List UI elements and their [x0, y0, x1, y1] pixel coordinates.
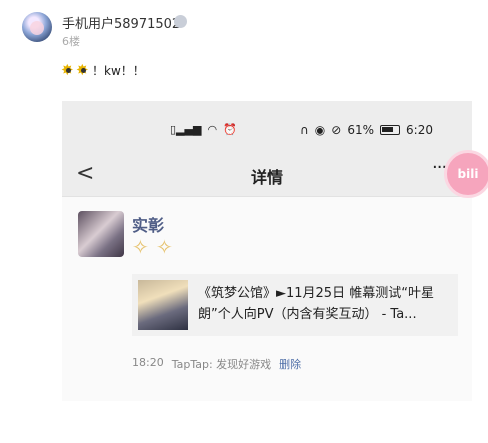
status-right-icons: ∩ ◉ ⊘ 61% 6:20 — [300, 123, 433, 137]
post-content: ！kw！！ — [61, 61, 145, 79]
sticker-row — [132, 235, 174, 259]
link-thumbnail — [138, 280, 188, 330]
user-level-badge-icon — [174, 15, 187, 28]
author-name: 实彰 — [132, 216, 165, 235]
sparkle-sticker-icon — [156, 235, 174, 259]
phone-status-bar: ▯▂▄▆ ◠ ⏰ ∩ ◉ ⊘ 61% 6:20 — [62, 101, 472, 153]
sparkle-sticker-icon — [132, 235, 150, 259]
battery-level: 61% — [347, 123, 375, 137]
post-meta: 18:20 TapTap: 发现好游戏 删除 — [132, 356, 301, 372]
delete-link: 删除 — [279, 358, 302, 371]
hd-4g-signal-icon: ▯▂▄▆ — [170, 123, 202, 136]
headphone-icon: ∩ — [300, 123, 309, 137]
phone-page-title: 详情 — [250, 168, 283, 187]
emoji-icon — [76, 61, 90, 79]
alarm-icon: ⏰ — [223, 123, 237, 136]
wifi-icon: ◠ — [207, 123, 218, 136]
status-left-icons: ▯▂▄▆ ◠ ⏰ — [170, 123, 237, 136]
meta-time: 18:20 — [132, 356, 164, 369]
username[interactable]: 手机用户58971502 — [62, 13, 180, 32]
status-time: 6:20 — [406, 123, 433, 137]
phone-title-bar: < 详情 ··· — [62, 153, 472, 197]
battery-icon — [380, 125, 401, 135]
emoji-icon — [61, 61, 75, 79]
floor-number: 6楼 — [62, 35, 80, 48]
shared-link-card: 《筑梦公馆》►11月25日 帷幕测试“叶星朗”个人向PV（内含有奖互动） - T… — [132, 274, 458, 336]
mute-icon: ⊘ — [331, 123, 342, 137]
meta-source: TapTap: 发现好游戏 — [171, 358, 272, 371]
post-content-text: ！kw！！ — [92, 64, 145, 78]
eye-icon: ◉ — [314, 123, 326, 137]
post-reply: 手机用户58971502 6楼 ！kw！！ ▯▂▄▆ ◠ ⏰ ∩ ◉ ⊘ 61%… — [0, 0, 488, 443]
author-avatar — [78, 211, 124, 257]
user-avatar[interactable] — [22, 12, 52, 42]
bilibili-float-button[interactable]: bili — [444, 150, 488, 198]
link-title: 《筑梦公馆》►11月25日 帷幕测试“叶星朗”个人向PV（内含有奖互动） - T… — [198, 286, 434, 322]
